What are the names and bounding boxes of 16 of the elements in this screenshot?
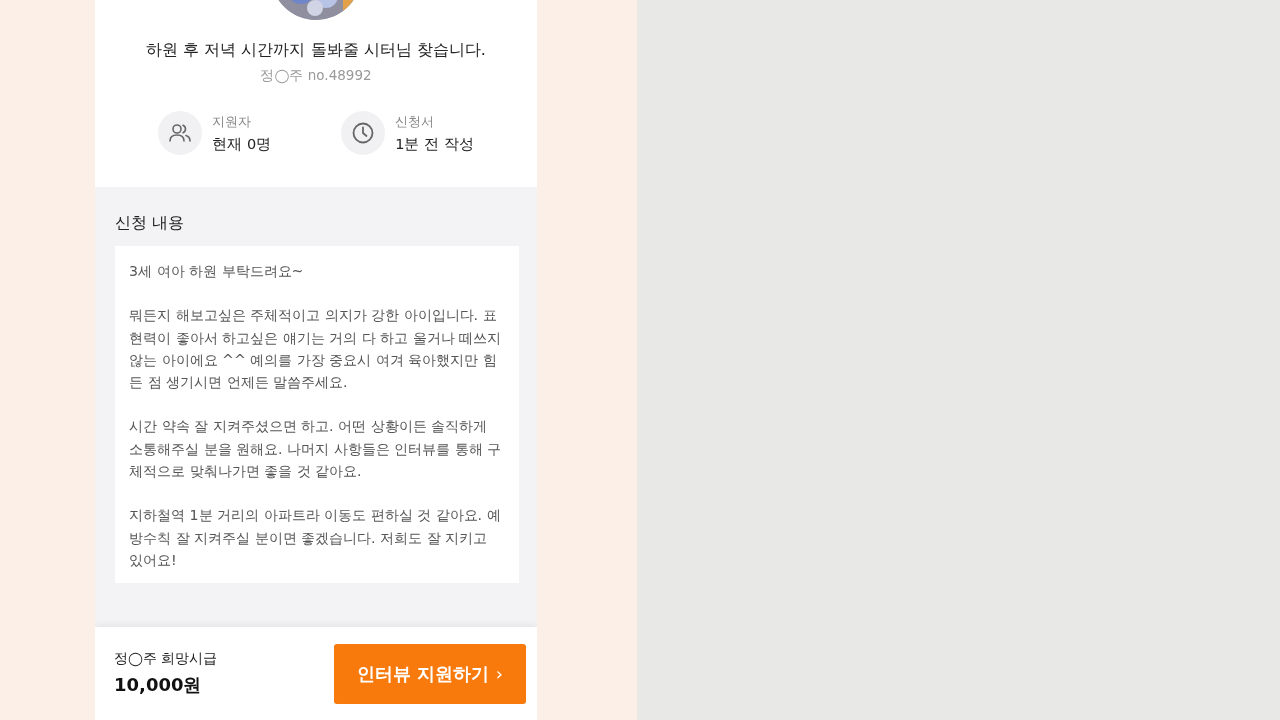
- request-paragraph: 뭐든지 해보고싶은 주체적이고 의지가 강한 아이입니다. 표현력이 좋아서 하고싶은 얘기는 거의 다 하고 울거나 떼쓰지 않는 아이에요 ^^ 예의를 가장 중요시 여겨 육아했지만 힘든 점 생기시면 언제든 말씀주세요.: [129, 306, 503, 393]
- apply-button[interactable]: 인터뷰 지원하기 ›: [334, 643, 526, 704]
- clock-icon: [351, 121, 376, 145]
- post-title: 하원 후 저녁 시간까지 돌봐줄 시터님 찾습니다.: [146, 40, 486, 61]
- author-id: 정◯주 no.48992: [260, 67, 372, 85]
- stat-value: 현재 0명: [212, 134, 272, 154]
- stat-value: 1분 전 작성: [395, 134, 474, 154]
- people-icon: [168, 121, 193, 145]
- request-paragraph: 3세 여아 하원 부탁드려요~: [129, 262, 305, 281]
- request-paragraph: 시간 약속 잘 지켜주셨으면 하고. 어떤 상황이든 솔직하게 소통해주실 분을 원해요. 나머지 사항들은 인터뷰를 통해 구체적으로 맞춰나가면 좋을 것 같아요.: [129, 417, 503, 482]
- wage-label: 정◯주 희망시급: [114, 650, 218, 668]
- request-paragraph: 지하철역 1분 거리의 아파트라 이동도 편하실 것 같아요. 예방수칙 잘 지켜주실 분이면 좋겠습니다. 저희도 잘 지키고 있어요!: [129, 506, 502, 570]
- wage-value: 10,000원: [114, 673, 203, 697]
- stat-label: 지원자: [212, 112, 253, 131]
- section-heading: 신청 내용: [115, 213, 185, 234]
- stat-label: 신청서: [395, 112, 436, 131]
